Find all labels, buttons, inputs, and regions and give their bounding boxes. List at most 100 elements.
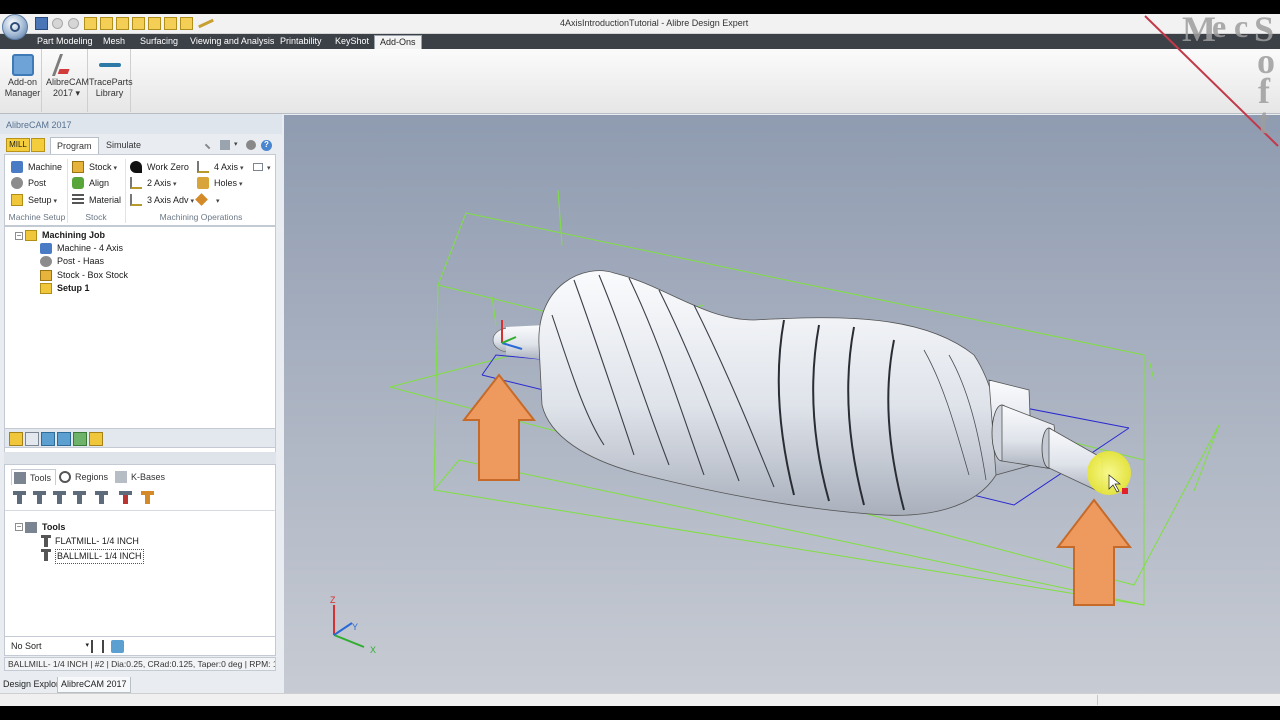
help-icon[interactable]: ?: [261, 140, 272, 151]
mill-mode-button[interactable]: MILL: [6, 138, 30, 152]
dropdown-arrow-icon[interactable]: ▾: [234, 140, 244, 150]
open-file-icon[interactable]: [100, 17, 113, 30]
machine-button[interactable]: Machine: [11, 160, 67, 174]
collapse-toggle-icon[interactable]: −: [15, 523, 23, 531]
sort-order-icon[interactable]: [91, 640, 104, 653]
four-axis-button[interactable]: 4 Axis ▾: [197, 160, 251, 174]
tools-cross-icon: [195, 193, 208, 206]
generate-toolpath-icon[interactable]: [9, 432, 23, 446]
alibrecam-2017-button[interactable]: AlibreCAM 2017 ▾: [46, 49, 89, 112]
tab-keyshot[interactable]: KeyShot: [330, 35, 374, 49]
sort-toolbar: No Sort ▾: [4, 636, 276, 656]
collapse-toggle-icon[interactable]: −: [15, 232, 23, 240]
tab-viewing-and-analysis[interactable]: Viewing and Analysis: [185, 35, 279, 49]
tree-node-label: Tools: [42, 522, 66, 532]
machine-icon: [40, 243, 52, 254]
tool-library-button[interactable]: [141, 491, 155, 505]
tab-printability[interactable]: Printability: [275, 35, 327, 49]
create-corner-rad-button[interactable]: [53, 491, 67, 505]
create-flat-mill-button[interactable]: [13, 491, 27, 505]
post-icon: [40, 256, 52, 267]
tab-regions[interactable]: Regions: [57, 469, 108, 485]
tab-simulate[interactable]: Simulate: [100, 137, 147, 154]
tab-alibrecam-2017[interactable]: AlibreCAM 2017: [57, 677, 131, 693]
more-operations-button[interactable]: ▾: [195, 193, 227, 207]
tool-filter-icon[interactable]: [111, 640, 124, 653]
create-ball-mill-button[interactable]: [33, 491, 47, 505]
save-icon[interactable]: [35, 17, 48, 30]
group-machine-setup: Machine Setup: [8, 212, 66, 222]
open-part-icon[interactable]: [116, 17, 129, 30]
four-axis-dropdown-icon: ▾: [240, 165, 244, 172]
two-axis-button[interactable]: 2 Axis ▾: [130, 176, 194, 190]
tab-k-bases[interactable]: K-Bases: [113, 469, 165, 485]
settings-icon[interactable]: [73, 432, 87, 446]
two-axis-icon: [130, 177, 142, 189]
alibrecam-icon: [51, 54, 82, 76]
tools-pane: Tools Regions K-Bases − Tools FLATMILL- …: [4, 464, 276, 656]
operations-options-button[interactable]: ▾: [253, 160, 273, 174]
three-axis-adv-button[interactable]: 3 Axis Adv ▾: [130, 193, 194, 207]
create-vee-mill-button[interactable]: [73, 491, 87, 505]
add-on-manager-button[interactable]: Add-on Manager: [4, 49, 42, 112]
view-orientation-triad: Z Y X: [330, 595, 376, 655]
align-button[interactable]: Align: [72, 176, 124, 190]
material-icon: [72, 194, 84, 206]
holes-dropdown-icon: ▾: [239, 181, 243, 188]
stock-edge: [491, 296, 497, 326]
open-drawing-icon[interactable]: [148, 17, 161, 30]
settings-gear-icon[interactable]: [246, 140, 256, 150]
application-menu-button[interactable]: [2, 14, 28, 40]
traceparts-library-button[interactable]: TraceParts Library: [89, 49, 133, 112]
mill-options-icon[interactable]: [31, 138, 45, 152]
rotary-part-model: [492, 270, 1103, 516]
hierarchy-icon[interactable]: [25, 432, 39, 446]
post-process-icon[interactable]: [57, 432, 71, 446]
mecsoft-watermark: M e c S o f t: [1100, 8, 1280, 154]
stock-button[interactable]: Stock ▾: [72, 160, 124, 174]
open-assembly-icon[interactable]: [132, 17, 145, 30]
tab-add-ons[interactable]: Add-Ons: [374, 35, 422, 49]
tab-part-modeling[interactable]: Part Modeling: [32, 35, 98, 49]
redo-icon[interactable]: [68, 18, 79, 29]
wrench-icon[interactable]: [220, 140, 230, 150]
cam-program-ribbon: Machine Post Setup ▾ Stock ▾ Align Materia…: [4, 154, 276, 226]
open-sheet-icon[interactable]: [164, 17, 177, 30]
collapse-ribbon-icon[interactable]: [204, 140, 214, 150]
drill-icon-head: [95, 491, 108, 495]
watermark-letter: t: [1258, 101, 1270, 141]
triad-y-axis: [333, 622, 353, 636]
customize-quick-access-icon[interactable]: [180, 17, 193, 30]
simulate-icon[interactable]: [41, 432, 55, 446]
work-zero-button[interactable]: Work Zero: [130, 160, 194, 174]
delete-tool-button[interactable]: [119, 491, 133, 505]
panel-header: AlibreCAM 2017: [0, 114, 282, 134]
undo-icon[interactable]: [52, 18, 63, 29]
holes-label: Holes: [214, 178, 238, 188]
traceparts-label: TraceParts Library: [89, 77, 133, 99]
tree-node-label: Machining Job: [42, 230, 105, 240]
tab-surfacing[interactable]: Surfacing: [135, 35, 183, 49]
tab-mesh[interactable]: Mesh: [98, 35, 130, 49]
tree-node-label: Machine - 4 Axis: [57, 243, 124, 253]
create-drill-button[interactable]: [95, 491, 109, 505]
post-button[interactable]: Post: [11, 176, 67, 190]
stock-edge: [433, 212, 467, 492]
four-axis-label: 4 Axis: [214, 162, 239, 172]
material-button[interactable]: Material: [72, 193, 124, 207]
tab-tools[interactable]: Tools: [11, 469, 57, 485]
sort-dropdown[interactable]: No Sort ▾: [9, 640, 91, 653]
pane-splitter[interactable]: [4, 452, 276, 464]
setup-icon: [40, 283, 52, 294]
holes-button[interactable]: Holes ▾: [197, 176, 251, 190]
corner-rad-icon-head: [53, 491, 66, 495]
new-file-icon[interactable]: [84, 17, 97, 30]
tool-library-icon-head: [141, 491, 154, 495]
tab-program[interactable]: Program: [50, 137, 99, 154]
triad-x-axis: [333, 634, 365, 648]
report-icon[interactable]: [89, 432, 103, 446]
setup-button[interactable]: Setup ▾: [11, 193, 67, 207]
three-axis-adv-label: 3 Axis Adv: [147, 195, 189, 205]
3d-viewport[interactable]: Z Y X: [284, 115, 1280, 693]
watermark-letter: e: [1212, 8, 1227, 44]
